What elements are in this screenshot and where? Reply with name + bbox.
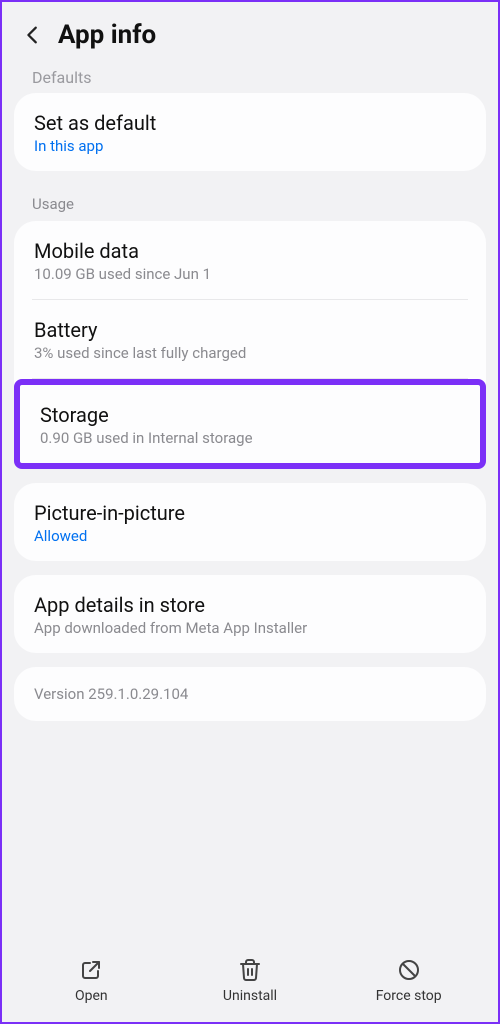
pip-item[interactable]: Picture-in-picture Allowed [14,483,486,561]
mobile-data-item[interactable]: Mobile data 10.09 GB used since Jun 1 [14,221,486,299]
version-card: Version 259.1.0.29.104 [14,667,486,721]
uninstall-button[interactable]: Uninstall [171,958,330,1004]
content-scroll[interactable]: Defaults Set as default In this app Usag… [2,62,498,944]
pip-card: Picture-in-picture Allowed [14,483,486,561]
stop-icon [397,958,421,982]
open-button[interactable]: Open [12,958,171,1004]
usage-card: Mobile data 10.09 GB used since Jun 1 Ba… [14,221,486,469]
header: App info [2,2,498,62]
open-label: Open [75,988,108,1004]
battery-title: Battery [34,318,466,342]
pip-sub: Allowed [34,527,466,545]
page-title: App info [58,20,156,50]
storage-sub: 0.90 GB used in Internal storage [40,429,460,447]
back-icon[interactable] [22,24,44,46]
battery-sub: 3% used since last fully charged [34,344,466,362]
storage-title: Storage [40,403,460,427]
section-usage-label: Usage [14,185,486,221]
force-stop-label: Force stop [376,988,442,1004]
mobile-data-sub: 10.09 GB used since Jun 1 [34,265,466,283]
set-as-default-item[interactable]: Set as default In this app [14,93,486,171]
store-sub: App downloaded from Meta App Installer [34,619,466,637]
version-text: Version 259.1.0.29.104 [34,685,466,703]
storage-item[interactable]: Storage 0.90 GB used in Internal storage [20,385,480,463]
store-card: App details in store App downloaded from… [14,575,486,653]
open-icon [79,958,103,982]
store-item[interactable]: App details in store App downloaded from… [14,575,486,653]
uninstall-label: Uninstall [223,988,277,1004]
force-stop-button[interactable]: Force stop [329,958,488,1004]
battery-item[interactable]: Battery 3% used since last fully charged [14,300,486,378]
trash-icon [238,958,262,982]
section-defaults-label: Defaults [14,62,486,93]
storage-highlight: Storage 0.90 GB used in Internal storage [14,379,486,469]
defaults-card: Set as default In this app [14,93,486,171]
set-as-default-sub: In this app [34,137,466,155]
set-as-default-title: Set as default [34,111,466,135]
bottom-bar: Open Uninstall Force stop [2,944,498,1022]
mobile-data-title: Mobile data [34,239,466,263]
store-title: App details in store [34,593,466,617]
pip-title: Picture-in-picture [34,501,466,525]
